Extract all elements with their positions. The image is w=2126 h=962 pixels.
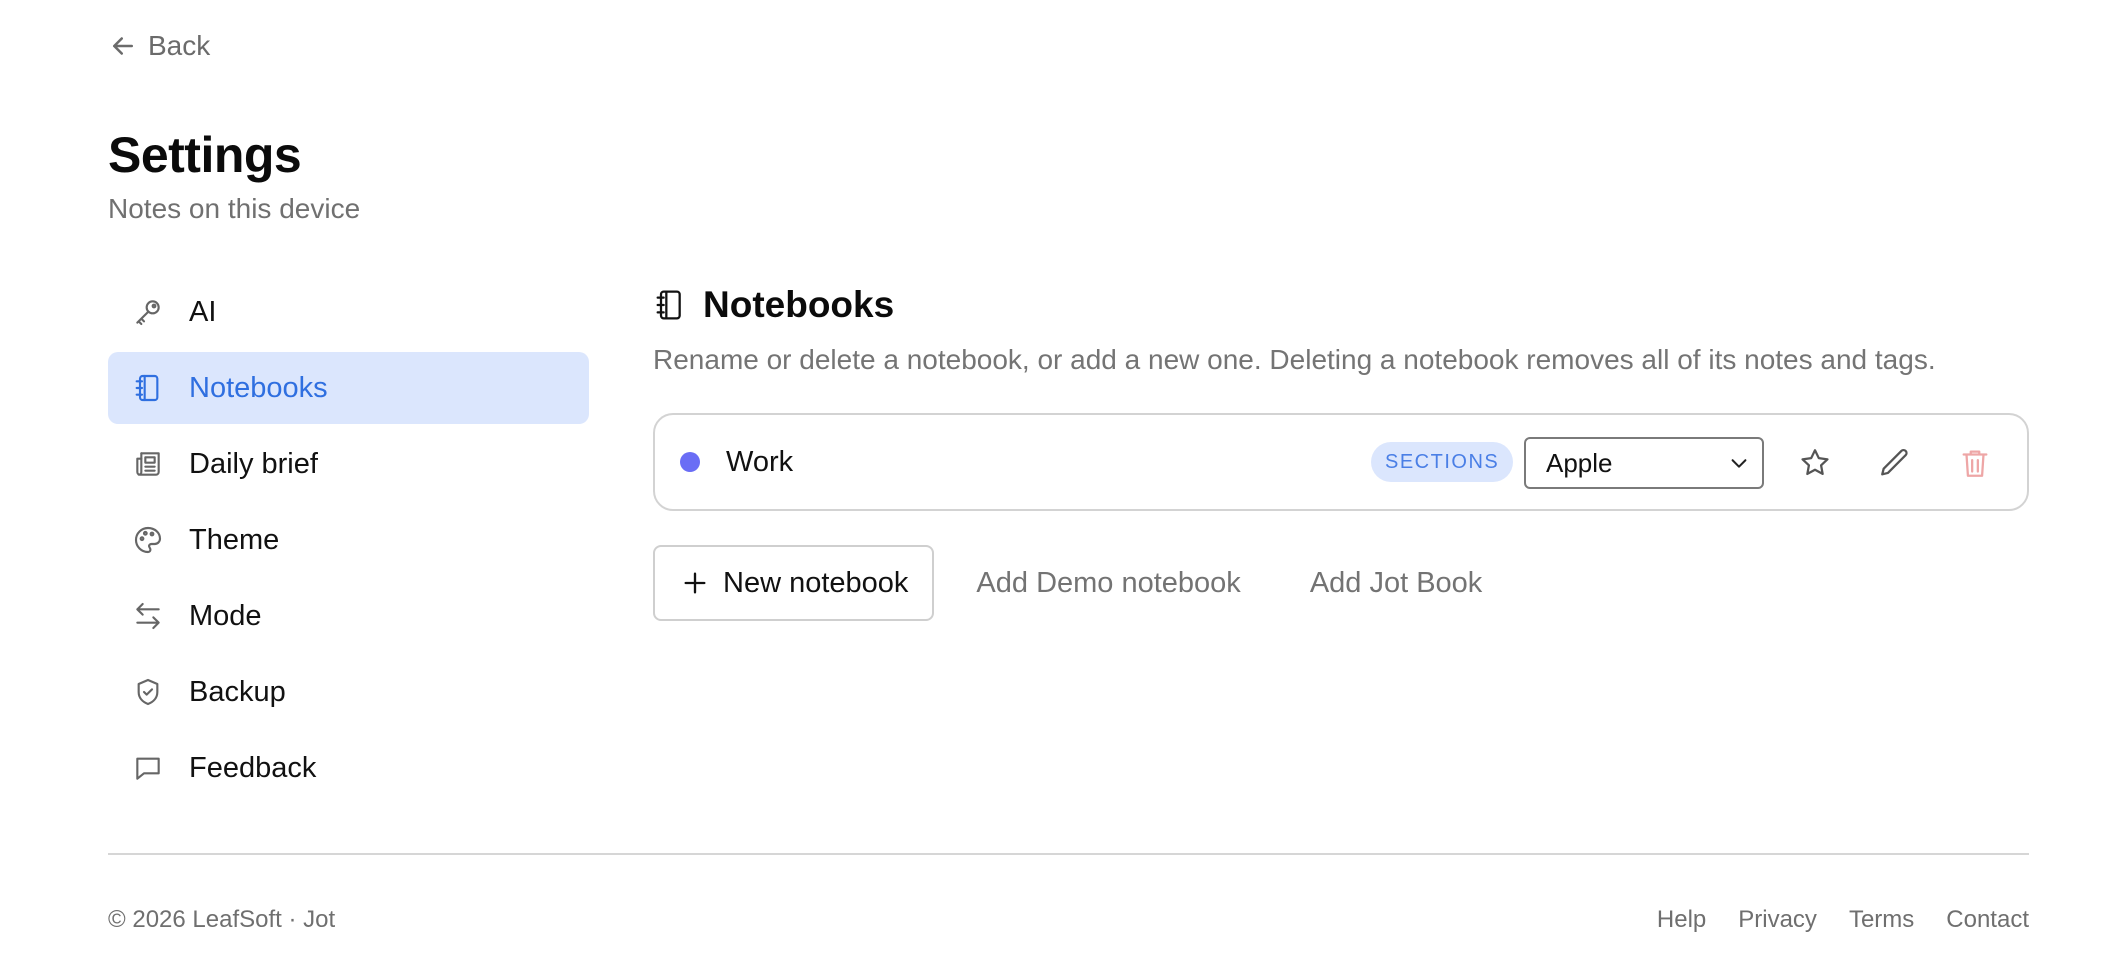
footer-links: Help Privacy Terms Contact	[1657, 906, 2029, 934]
arrows-swap-icon	[131, 599, 165, 633]
rename-button[interactable]	[1875, 443, 1915, 483]
sidebar-item-label: Daily brief	[189, 447, 318, 480]
arrow-left-icon	[113, 37, 133, 55]
newspaper-icon	[131, 447, 165, 481]
notebook-icon	[131, 371, 165, 405]
sections-badge[interactable]: SECTIONS	[1371, 442, 1514, 482]
notebook-select-value: Apple	[1546, 447, 1613, 478]
sidebar-item-ai[interactable]: AI	[108, 276, 589, 348]
add-demo-notebook-button[interactable]: Add Demo notebook	[976, 567, 1240, 600]
chat-bubble-icon	[131, 751, 165, 785]
shield-check-icon	[131, 675, 165, 709]
sidebar-item-label: Backup	[189, 675, 286, 708]
page-subtitle: Notes on this device	[108, 193, 361, 224]
sidebar-item-label: Theme	[189, 523, 280, 556]
footer-link-terms[interactable]: Terms	[1849, 906, 1914, 934]
favorite-button[interactable]	[1795, 443, 1835, 483]
footer-link-privacy[interactable]: Privacy	[1738, 906, 1817, 934]
sidebar-item-backup[interactable]: Backup	[108, 656, 589, 728]
section-description: Rename or delete a notebook, or add a ne…	[653, 344, 1936, 375]
star-icon	[1801, 449, 1829, 476]
sidebar-item-notebooks[interactable]: Notebooks	[108, 352, 589, 424]
footer-divider	[108, 853, 2029, 855]
sidebar-item-label: Feedback	[189, 751, 317, 784]
notebook-name[interactable]: Work	[726, 446, 793, 479]
plus-icon	[684, 572, 706, 594]
sidebar-item-label: Mode	[189, 599, 262, 632]
new-notebook-label: New notebook	[723, 566, 909, 599]
sidebar-item-mode[interactable]: Mode	[108, 580, 589, 652]
notebook-select[interactable]: Apple	[1524, 437, 1764, 489]
sidebar-item-label: Notebooks	[189, 371, 328, 404]
chevron-down-icon	[1731, 459, 1747, 468]
sidebar-item-daily-brief[interactable]: Daily brief	[108, 428, 589, 500]
back-button[interactable]: Back	[108, 30, 210, 62]
sidebar-item-theme[interactable]: Theme	[108, 504, 589, 576]
sidebar-item-feedback[interactable]: Feedback	[108, 732, 589, 804]
add-jot-book-button[interactable]: Add Jot Book	[1310, 567, 1483, 600]
section-header: Notebooks	[653, 280, 2029, 330]
notebooks-panel: Notebooks Rename or delete a notebook, o…	[653, 280, 2029, 621]
settings-sidebar: AI Notebooks Daily brief Theme Mode Back…	[108, 276, 589, 808]
delete-button[interactable]	[1955, 443, 1995, 483]
sidebar-item-label: AI	[189, 295, 217, 328]
notebook-row: Work SECTIONS Apple	[653, 413, 2029, 511]
new-notebook-button[interactable]: New notebook	[653, 545, 935, 621]
key-icon	[131, 295, 165, 329]
section-title: Notebooks	[703, 284, 895, 325]
palette-icon	[131, 523, 165, 557]
back-label: Back	[148, 30, 211, 61]
footer-link-contact[interactable]: Contact	[1946, 906, 2029, 934]
notebook-icon	[653, 287, 685, 323]
notebook-color-dot	[680, 452, 700, 472]
footer-link-help[interactable]: Help	[1657, 906, 1706, 934]
trash-icon	[1962, 450, 1988, 477]
notebook-actions: New notebook Add Demo notebook Add Jot B…	[653, 545, 1482, 621]
footer-copyright: © 2026 LeafSoft · Jot	[108, 906, 336, 933]
pencil-icon	[1881, 448, 1908, 476]
page-title: Settings	[108, 127, 302, 183]
